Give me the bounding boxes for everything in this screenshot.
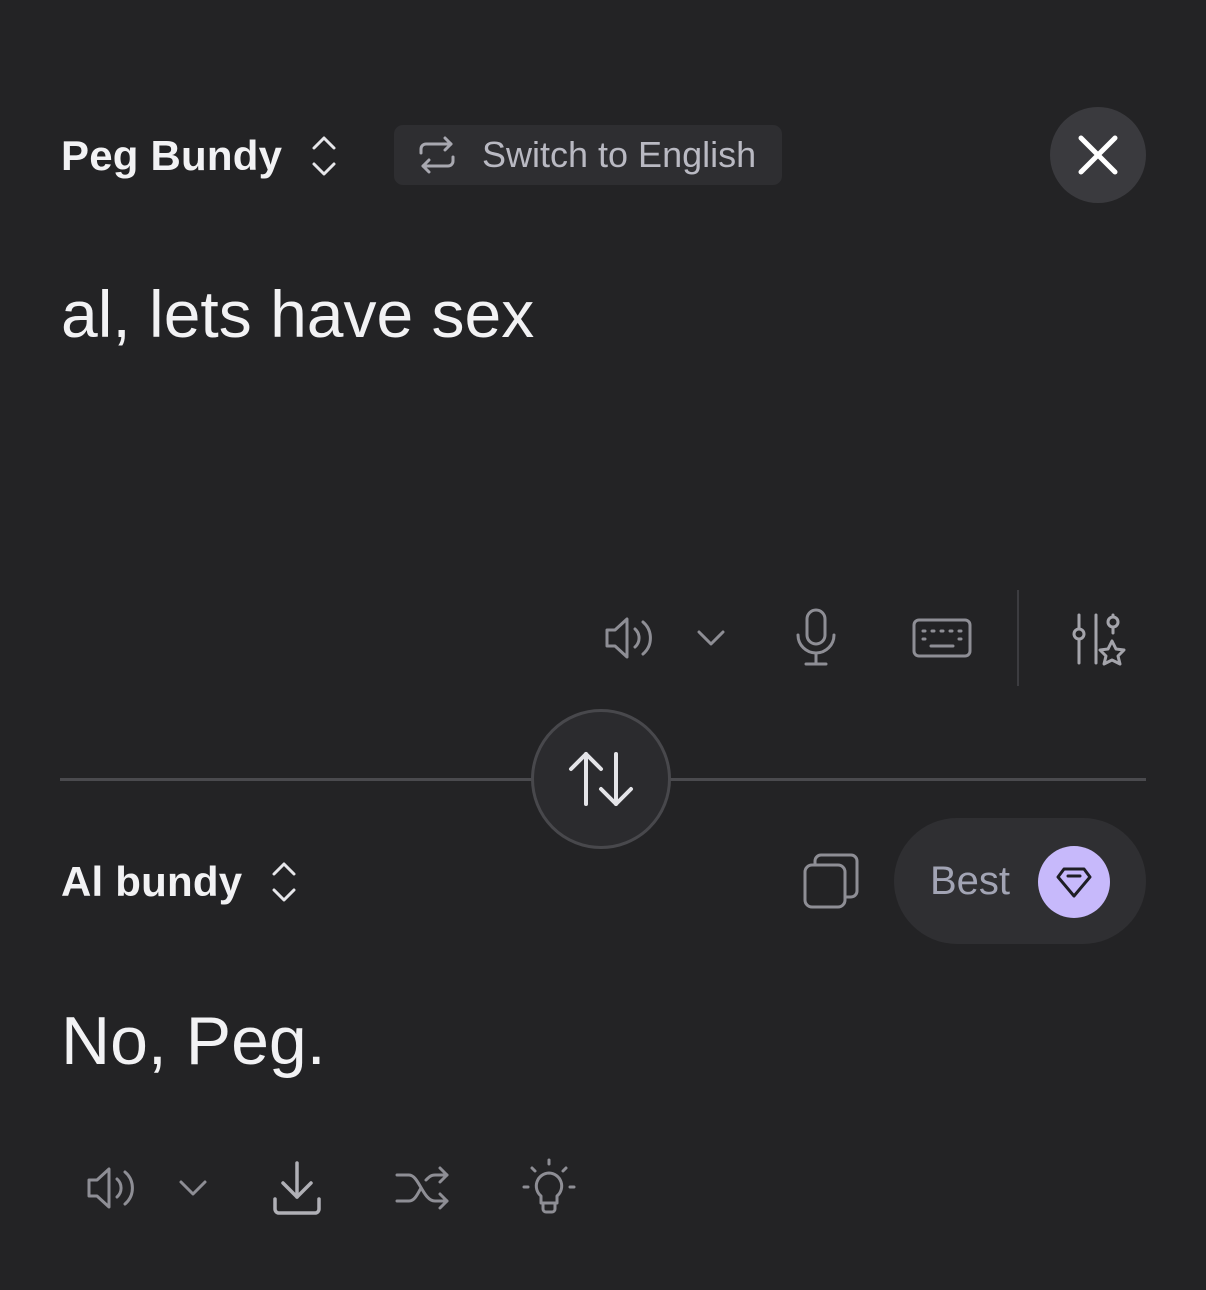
repeat-arrows-icon bbox=[418, 136, 456, 174]
shuffle-icon[interactable] bbox=[392, 1162, 454, 1214]
source-text[interactable]: al, lets have sex bbox=[61, 276, 534, 352]
gem-badge bbox=[1038, 846, 1110, 918]
sliders-star-icon[interactable] bbox=[1066, 610, 1128, 672]
chevron-up-down-icon[interactable] bbox=[304, 132, 344, 180]
toolbar-divider bbox=[1017, 590, 1019, 686]
translator-page: Peg Bundy Switch to English al, lets hav… bbox=[0, 0, 1206, 1290]
gem-icon bbox=[1055, 865, 1093, 899]
speaker-icon[interactable] bbox=[82, 1160, 142, 1216]
chevron-down-icon[interactable] bbox=[692, 622, 730, 654]
copy-icon bbox=[801, 851, 861, 911]
swap-vertical-arrows-icon bbox=[566, 750, 636, 808]
target-language-selector[interactable]: Al bundy bbox=[61, 834, 304, 930]
chevron-up-down-icon[interactable] bbox=[264, 858, 304, 906]
lightbulb-icon[interactable] bbox=[518, 1156, 580, 1218]
swap-languages-button[interactable] bbox=[531, 709, 671, 849]
copy-button[interactable] bbox=[800, 850, 862, 912]
speaker-icon[interactable] bbox=[600, 610, 660, 666]
microphone-icon[interactable] bbox=[788, 606, 844, 668]
best-quality-toggle[interactable]: Best bbox=[894, 818, 1146, 944]
keyboard-icon[interactable] bbox=[908, 614, 976, 662]
source-language-name: Peg Bundy bbox=[61, 132, 283, 179]
chevron-down-icon[interactable] bbox=[174, 1172, 212, 1204]
close-icon bbox=[1077, 134, 1119, 176]
switch-language-label: Switch to English bbox=[482, 134, 757, 175]
close-button[interactable] bbox=[1050, 107, 1146, 203]
target-language-name: Al bundy bbox=[61, 858, 243, 905]
target-text: No, Peg. bbox=[61, 1003, 326, 1079]
source-language-selector[interactable]: Peg Bundy bbox=[61, 108, 344, 204]
best-label: Best bbox=[930, 858, 1011, 903]
download-icon[interactable] bbox=[268, 1158, 326, 1218]
switch-language-button[interactable]: Switch to English bbox=[394, 125, 782, 185]
